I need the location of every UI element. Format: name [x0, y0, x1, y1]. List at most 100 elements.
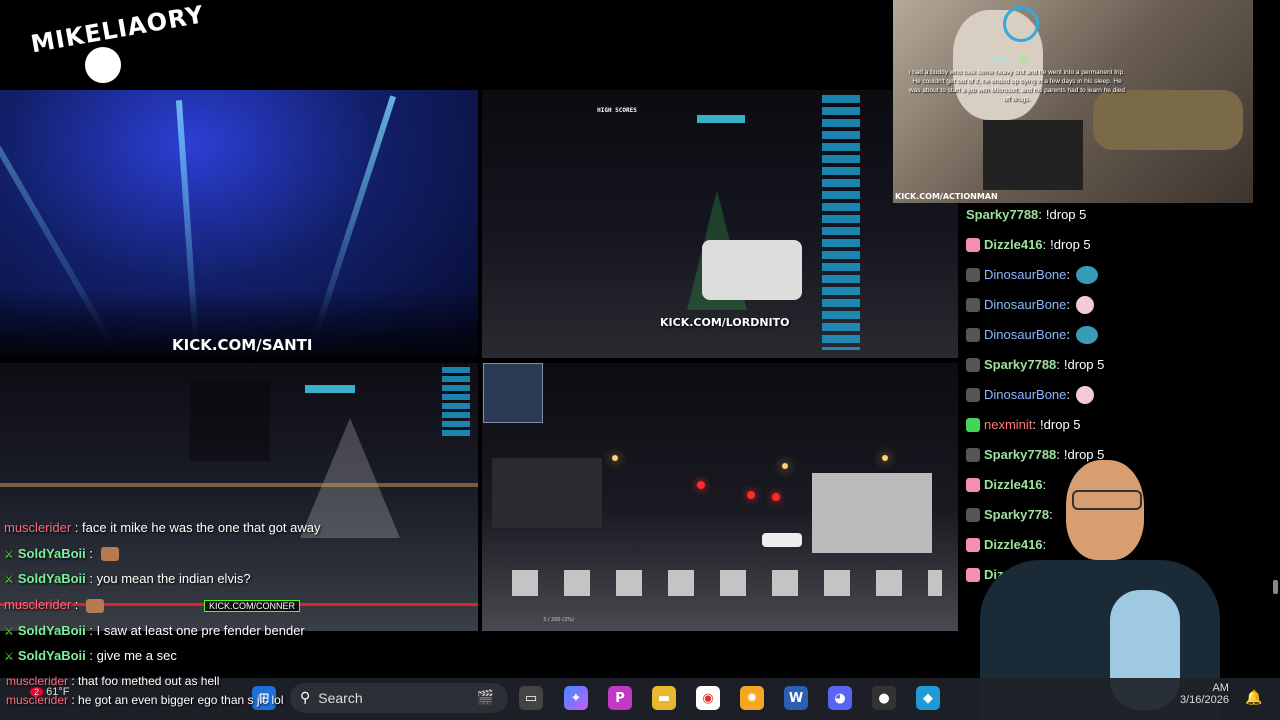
chat-line: nexminit: !drop 5 [966, 410, 1186, 440]
streamer-head [1066, 460, 1144, 560]
blue-emote-icon [1076, 326, 1099, 344]
leaderboard-column [822, 95, 860, 350]
game-button-row [697, 115, 745, 123]
chat-message: !drop 5 [1040, 417, 1081, 432]
chat-separator: : [1066, 267, 1071, 282]
word-icon[interactable]: W [784, 686, 808, 710]
chat-message: I saw at least one pre fender bender [96, 622, 305, 638]
kick-tag-text: KICK.COM/SANTI [172, 336, 313, 354]
chat-message: face it mike he was the one that got awa… [82, 520, 321, 535]
chat-message: you mean the indian elvis? [96, 571, 251, 587]
notification-bell-icon[interactable]: 🔔 [1242, 686, 1266, 710]
chat-line: ⚔ SoldYaBoii : give me a sec [4, 643, 474, 669]
chat-emote-icon [86, 598, 105, 613]
chat-scrollbar[interactable] [1273, 580, 1278, 594]
app-icon[interactable]: ● [872, 686, 896, 710]
vscode-icon[interactable]: ◆ [916, 686, 940, 710]
chat-separator: : [85, 571, 97, 587]
progress-label: 3 / 200 (2%) [543, 617, 575, 623]
donation-amount: $3 [1019, 55, 1029, 64]
storefront [492, 458, 602, 528]
picsart-icon[interactable]: P [608, 686, 632, 710]
club-stream-panel: KICK.COM/SANTI [0, 90, 478, 358]
sword-badge-icon: ⚔ [4, 651, 14, 664]
chat-message: he got an even bigger ego than s jic lol [78, 693, 284, 707]
traffic-light [747, 491, 755, 499]
verizon-building [812, 473, 932, 553]
taskbar-clock[interactable]: AM 3/16/2026 [1180, 682, 1229, 706]
chat-line: ⚔ SoldYaBoii : [4, 541, 474, 567]
horizon-lights [0, 483, 478, 487]
donation-icon [1003, 6, 1039, 42]
chat-line: musclerider : he got an even bigger ego … [6, 693, 284, 707]
chat-separator: : [1042, 237, 1047, 252]
chat-separator: : [1056, 357, 1060, 372]
ninja-badge-icon [966, 388, 980, 402]
chat-message: give me a sec [96, 648, 177, 664]
chat-line: ⚔ SoldYaBoii : you mean the indian elvis? [4, 566, 474, 592]
drive-stream-panel-1: HIGH SCORES KICK.COM/LORDNITO [482, 90, 958, 358]
file-explorer-icon[interactable]: ▬ [652, 686, 676, 710]
overlay-chat-bottom: musclerider : that foo methed out as hel… [6, 672, 406, 710]
chat-line: DinosaurBone: [966, 320, 1186, 350]
glasses [1072, 490, 1142, 510]
chat-username[interactable]: DinosaurBone [984, 380, 1066, 410]
chat-message: !drop 5 [1063, 357, 1105, 372]
chat-username: musclerider [4, 520, 72, 535]
chat-line: Sparky7788: !drop 5 [966, 200, 1186, 230]
chat-line: Sparky7788: !drop 5 [966, 350, 1186, 380]
pig-emote-icon [1076, 386, 1095, 404]
channel-logo: MIKELIAORY [29, 0, 206, 98]
discord-icon[interactable]: ◕ [828, 686, 852, 710]
chat-message: !drop 5 [1050, 237, 1091, 252]
ninja-badge-icon [966, 268, 980, 282]
chat-separator: : [71, 520, 83, 535]
chat-username[interactable]: nexminit [984, 410, 1032, 440]
street-lamp [782, 463, 788, 469]
chat-username[interactable]: Dizzle416 [984, 230, 1043, 260]
overlay-chat: musclerider : face it mike he was the on… [4, 515, 474, 669]
chat-emote-icon [100, 547, 119, 562]
donation-username: slgRay [990, 55, 1015, 64]
kick-tag-lordnito: KICK.COM/LORDNITO [660, 316, 790, 329]
drive-stream-panel-3 [482, 363, 958, 631]
sword-badge-icon: ⚔ [4, 625, 14, 638]
ninja-badge-icon [966, 298, 980, 312]
gift-badge-icon [966, 238, 980, 252]
high-scores-title: HIGH SCORES [597, 107, 637, 114]
chat-username[interactable]: DinosaurBone [984, 290, 1066, 320]
car-ahead [702, 240, 802, 300]
chat-separator: : [1066, 327, 1071, 342]
chat-username[interactable]: Sparky7788 [984, 350, 1056, 380]
game-button-row [305, 385, 355, 393]
chat-line: musclerider : that foo methed out as hel… [6, 674, 220, 688]
ninja-badge-icon [966, 358, 980, 372]
chat-separator: : [1032, 417, 1037, 432]
laptop [983, 120, 1083, 190]
chat-line: DinosaurBone: [966, 290, 1186, 320]
chat-line: DinosaurBone: [966, 380, 1186, 410]
copilot-icon[interactable]: ✦ [564, 686, 588, 710]
chat-separator: : [1066, 387, 1071, 402]
chat-separator: : [85, 622, 97, 638]
chat-separator: : [71, 597, 83, 613]
traffic-light [697, 481, 705, 489]
chat-line: musclerider : KICK.COM/CONNER [4, 592, 474, 618]
high-scores-board [190, 381, 270, 461]
chat-username[interactable]: Sparky7788 [966, 200, 1038, 230]
chat-separator: : [85, 648, 97, 664]
task-view-icon[interactable]: ▭ [519, 686, 543, 710]
chat-message: !drop 5 [1045, 207, 1087, 222]
chrome-icon[interactable]: ◉ [696, 686, 720, 710]
chat-username[interactable]: DinosaurBone [984, 260, 1066, 290]
chat-separator: : [1038, 207, 1042, 222]
kick-tag-conner: KICK.COM/CONNER [204, 600, 301, 613]
clapperboard-icon: 🎬 [476, 690, 494, 706]
donation-user: slgRay $3 [990, 55, 1029, 64]
chat-username[interactable]: DinosaurBone [984, 320, 1066, 350]
chat-username: musclerider [6, 674, 69, 688]
chat-separator: : [85, 545, 97, 561]
donation-caption: i had a buddy who took some heavy shit a… [908, 69, 1126, 103]
blue-emote-icon [1076, 266, 1099, 284]
sun-app-icon[interactable]: ✹ [740, 686, 764, 710]
